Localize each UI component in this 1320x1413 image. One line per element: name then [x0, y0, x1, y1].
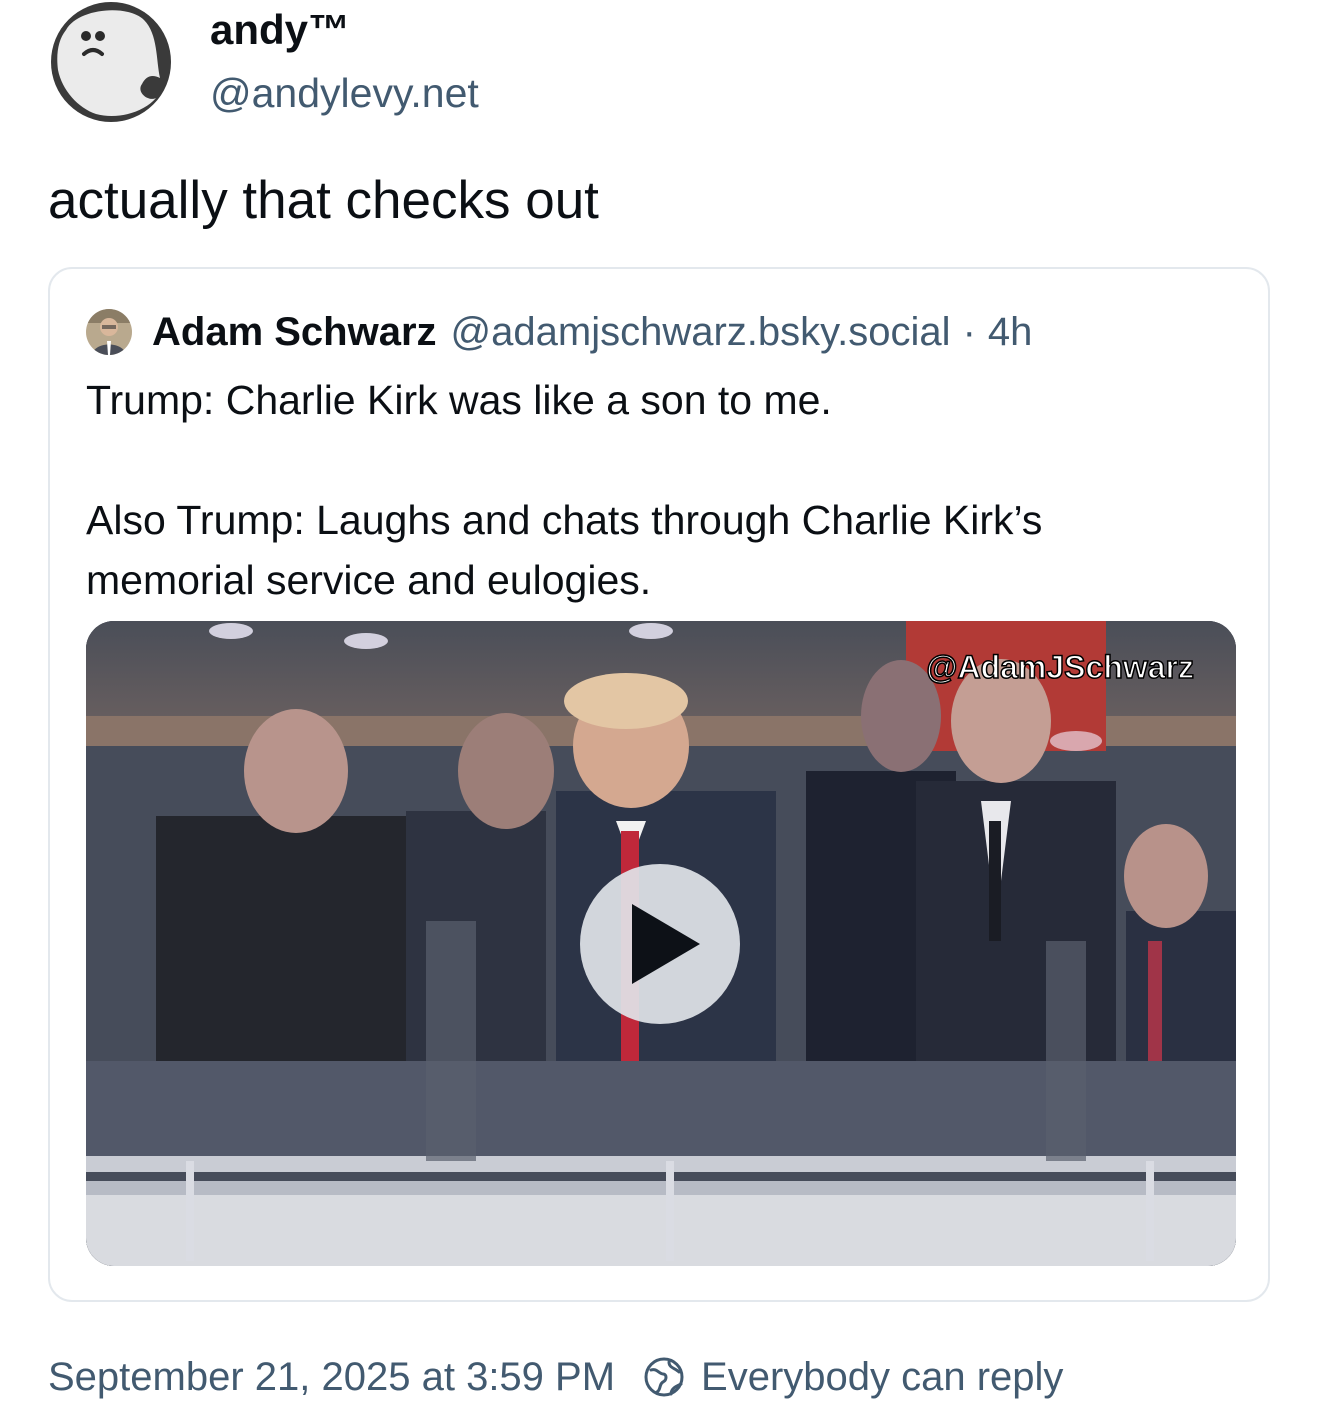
post-text: actually that checks out — [48, 171, 599, 230]
post: andy™ @andylevy.net actually that checks… — [0, 0, 1320, 1413]
quoted-author-avatar[interactable] — [86, 309, 132, 355]
separator-dot: · — [962, 309, 976, 354]
author-handle[interactable]: @andylevy.net — [210, 70, 479, 117]
author-avatar[interactable] — [48, 0, 174, 124]
post-footer: September 21, 2025 at 3:59 PM Everybody … — [48, 1350, 1063, 1404]
play-icon — [632, 904, 700, 984]
quoted-post-text-line: Also Trump: Laughs and chats through Cha… — [86, 497, 1043, 543]
quoted-author-name[interactable]: Adam Schwarz — [152, 310, 437, 355]
play-button[interactable] — [580, 864, 740, 1024]
quoted-post-text-line: Trump: Charlie Kirk was like a son to me… — [86, 377, 832, 423]
quoted-post-time[interactable]: 4h — [988, 310, 1033, 355]
reply-setting[interactable]: Everybody can reply — [701, 1355, 1063, 1400]
quoted-author-handle[interactable]: @adamjschwarz.bsky.social — [451, 310, 951, 355]
quoted-post-text-line: memorial service and eulogies. — [86, 557, 652, 603]
quoted-post-card[interactable]: Adam Schwarz @adamjschwarz.bsky.social ·… — [48, 267, 1270, 1302]
quoted-post-header: Adam Schwarz @adamjschwarz.bsky.social ·… — [86, 305, 1032, 359]
globe-icon — [644, 1357, 684, 1397]
video-watermark: @AdamJSchwarz — [926, 648, 1195, 686]
person-photo-icon — [86, 309, 132, 355]
video-player[interactable]: @AdamJSchwarz — [86, 621, 1236, 1266]
sad-ghost-avatar-icon — [51, 2, 171, 122]
author-display-name[interactable]: andy™ — [210, 6, 350, 54]
post-timestamp[interactable]: September 21, 2025 at 3:59 PM — [48, 1355, 615, 1400]
